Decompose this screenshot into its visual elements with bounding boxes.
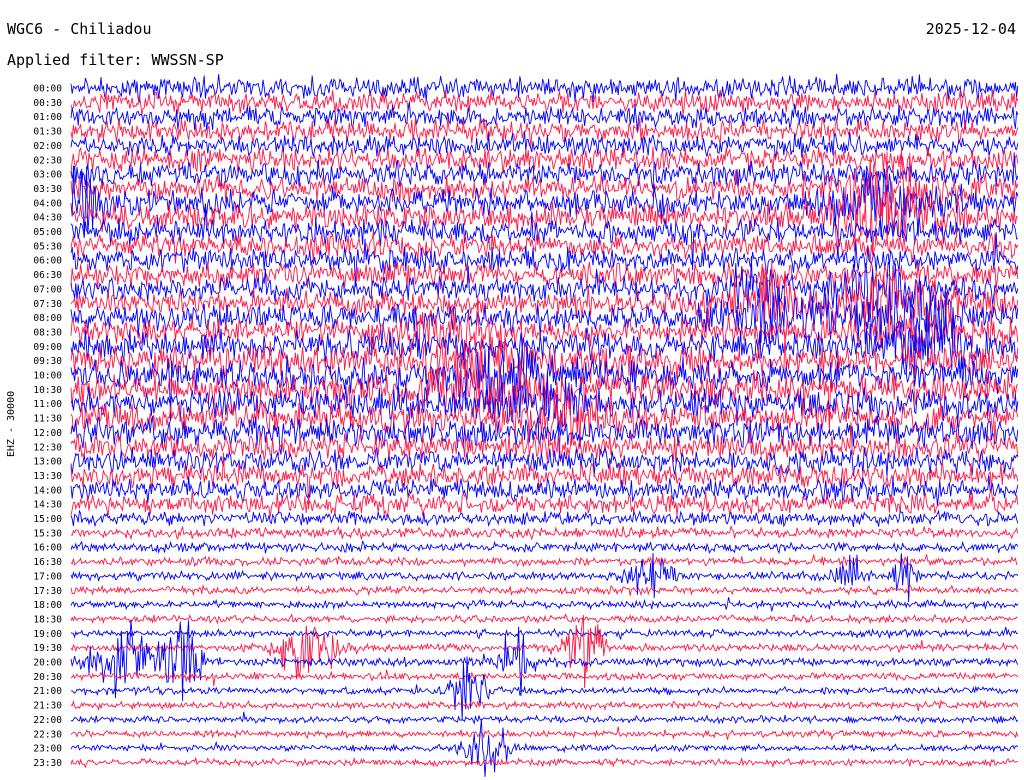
row-label-1230: 12:30: [33, 442, 62, 453]
row-label-1430: 14:30: [33, 500, 62, 511]
trace-2300: [70, 718, 1019, 777]
trace-2030: [70, 669, 1019, 687]
row-label-0500: 05:00: [33, 227, 62, 238]
row-label-1030: 10:30: [33, 385, 62, 396]
helicorder-plot: 00:00 00:30 01:00 01:30 02:00 02:30 03:00 03:30…: [33, 73, 1019, 777]
row-label-1900: 19:00: [33, 629, 62, 640]
row-label-1000: 10:00: [33, 371, 62, 382]
trace-layer: [70, 73, 1019, 777]
trace-1900: [70, 626, 1018, 640]
trace-1730: [70, 583, 1019, 597]
row-label-0800: 08:00: [33, 313, 62, 324]
trace-1600: [70, 540, 1019, 555]
trace-1830: [70, 612, 1018, 625]
trace-1330: [70, 452, 1019, 510]
row-label-0530: 05:30: [33, 241, 62, 252]
row-label-1830: 18:30: [33, 614, 62, 625]
row-label-0100: 01:00: [33, 112, 62, 123]
row-label-2030: 20:30: [33, 672, 62, 683]
row-label-1800: 18:00: [33, 600, 62, 611]
row-label-1530: 15:30: [33, 528, 62, 539]
row-label-2000: 20:00: [33, 658, 62, 669]
row-label-1700: 17:00: [33, 571, 62, 582]
trace-1300: [70, 446, 1019, 478]
row-label-1200: 12:00: [33, 428, 62, 439]
row-label-0030: 00:30: [33, 98, 62, 109]
row-label-1630: 16:30: [33, 557, 62, 568]
row-label-2230: 22:30: [33, 729, 62, 740]
row-label-2130: 21:30: [33, 701, 62, 712]
row-label-0630: 06:30: [33, 270, 62, 281]
row-label-1500: 15:00: [33, 514, 62, 525]
row-label-0830: 08:30: [33, 327, 62, 338]
row-label-0230: 02:30: [33, 155, 62, 166]
trace-1630: [70, 554, 1018, 568]
trace-2330: [70, 756, 1019, 769]
row-label-1730: 17:30: [33, 586, 62, 597]
row-label-0900: 09:00: [33, 342, 62, 353]
row-label-0730: 07:30: [33, 299, 62, 310]
row-label-0300: 03:00: [33, 170, 62, 181]
trace-0100: [70, 101, 1019, 131]
trace-2130: [70, 698, 1019, 712]
row-label-2300: 23:00: [33, 744, 62, 755]
row-label-0600: 06:00: [33, 256, 62, 267]
row-label-1300: 13:00: [33, 457, 62, 468]
row-label-0430: 04:30: [33, 213, 62, 224]
row-label-layer: 00:00 00:30 01:00 01:30 02:00 02:30 03:00 03:30…: [33, 84, 62, 769]
row-label-2330: 23:30: [33, 758, 62, 769]
row-label-0400: 04:00: [33, 198, 62, 209]
row-label-1130: 11:30: [33, 414, 62, 425]
row-label-0930: 09:30: [33, 356, 62, 367]
trace-1530: [70, 525, 1019, 541]
trace-2200: [70, 711, 1019, 725]
row-label-2200: 22:00: [33, 715, 62, 726]
row-label-1930: 19:30: [33, 643, 62, 654]
row-label-2100: 21:00: [33, 686, 62, 697]
row-label-1100: 11:00: [33, 399, 62, 410]
row-label-1600: 16:00: [33, 543, 62, 554]
row-label-0130: 01:30: [33, 127, 62, 138]
row-label-1330: 13:30: [33, 471, 62, 482]
row-label-0330: 03:30: [33, 184, 62, 195]
trace-2100: [70, 656, 1019, 721]
row-label-1400: 14:00: [33, 485, 62, 496]
row-label-0200: 02:00: [33, 141, 62, 152]
row-label-0700: 07:00: [33, 284, 62, 295]
row-label-0000: 00:00: [33, 84, 62, 95]
trace-2230: [70, 726, 1019, 741]
trace-1800: [70, 597, 1019, 612]
